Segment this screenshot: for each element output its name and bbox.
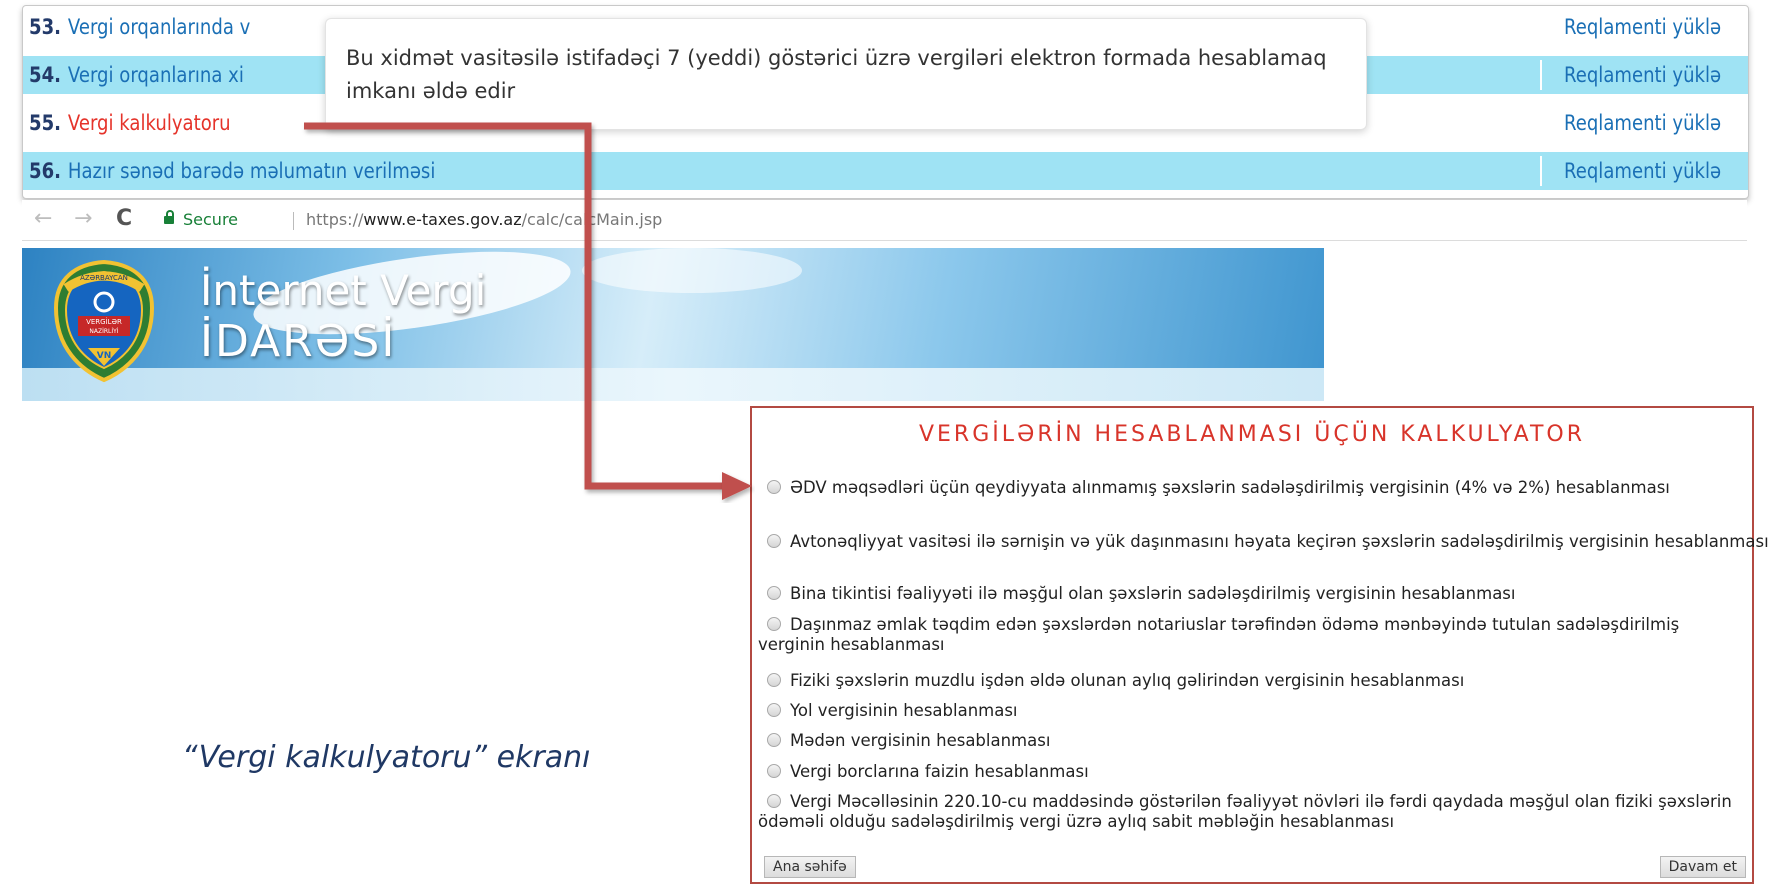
calc-option[interactable]: Daşınmaz əmlak təqdim edən şəxslərdən no… — [758, 615, 1748, 655]
radio-button[interactable] — [767, 733, 781, 747]
svg-text:VN: VN — [97, 351, 112, 361]
radio-button[interactable] — [767, 703, 781, 717]
download-regulation-link[interactable]: Reqlamenti yüklə — [1540, 60, 1748, 90]
radio-button[interactable] — [767, 586, 781, 600]
calculator-panel: VERGİLƏRİN HESABLANMASI ÜÇÜN KALKULYATOR… — [750, 406, 1769, 884]
download-regulation-link[interactable]: Reqlamenti yüklə — [1540, 156, 1748, 186]
secure-indicator[interactable]: Secure — [164, 210, 238, 229]
services-list: 53. Vergi orqanlarında v Reqlamenti yüklə… — [22, 5, 1749, 199]
calc-option[interactable]: Vergi borclarına faizin hesablanması — [758, 762, 1748, 782]
radio-button[interactable] — [767, 673, 781, 687]
calc-option[interactable]: Vergi Məcəlləsinin 220.10-cu maddəsində … — [758, 792, 1748, 832]
radio-button[interactable] — [767, 534, 781, 548]
service-tooltip: Bu xidmət vasitəsilə istifadəçi 7 (yeddi… — [325, 18, 1367, 130]
tooltip-text: Bu xidmət vasitəsilə istifadəçi 7 (yeddi… — [346, 46, 1327, 103]
service-title[interactable]: 54. Vergi orqanlarına xi — [29, 60, 244, 90]
radio-button[interactable] — [767, 617, 781, 631]
svg-text:VERGİLƏR: VERGİLƏR — [86, 317, 122, 326]
calc-option[interactable]: Fiziki şəxslərin muzdlu işdən əldə oluna… — [758, 671, 1748, 691]
reload-icon[interactable]: C — [116, 206, 132, 231]
back-arrow-icon[interactable]: ← — [34, 206, 52, 231]
ministry-emblem-icon: AZƏRBAYCAN VERGİLƏR NAZİRLİYİ VN — [53, 259, 155, 383]
radio-button[interactable] — [767, 764, 781, 778]
forward-arrow-icon[interactable]: → — [74, 206, 92, 231]
continue-button[interactable]: Davam et — [1659, 856, 1746, 878]
service-title[interactable]: 53. Vergi orqanlarında v — [29, 12, 250, 42]
banner-subtitle: İDARƏSİ — [200, 316, 397, 367]
svg-text:NAZİRLİYİ: NAZİRLİYİ — [89, 328, 118, 335]
service-row-56: 56. Hazır sənəd barədə məlumatın verilməs… — [23, 152, 1748, 190]
calc-option[interactable]: Mədən vergisinin hesablanması — [758, 731, 1748, 751]
calc-option[interactable]: Avtonəqliyyat vasitəsi ilə sərnişin və y… — [758, 532, 1771, 552]
url-field[interactable]: https://www.e-taxes.gov.az/calc/calcMain… — [306, 210, 662, 229]
lock-icon — [164, 210, 174, 224]
download-regulation-link[interactable]: Reqlamenti yüklə — [1540, 108, 1748, 138]
service-title[interactable]: 56. Hazır sənəd barədə məlumatın verilməs… — [29, 156, 435, 186]
download-regulation-link[interactable]: Reqlamenti yüklə — [1540, 12, 1748, 42]
banner-cloud — [582, 248, 802, 293]
calc-option[interactable]: ƏDV məqsədləri üçün qeydiyyata alınmamış… — [758, 478, 1748, 498]
radio-button[interactable] — [767, 794, 781, 808]
browser-address-bar: ← → C Secure https://www.e-taxes.gov.az/… — [22, 200, 1747, 241]
radio-button[interactable] — [767, 480, 781, 494]
home-button[interactable]: Ana səhifə — [764, 856, 856, 878]
calc-option[interactable]: Yol vergisinin hesablanması — [758, 701, 1748, 721]
banner-title: İnternet Vergi — [200, 266, 487, 315]
site-banner: AZƏRBAYCAN VERGİLƏR NAZİRLİYİ VN İnterne… — [22, 248, 1324, 401]
divider — [293, 212, 294, 230]
calculator-title: VERGİLƏRİN HESABLANMASI ÜÇÜN KALKULYATOR — [918, 422, 1586, 447]
banner-band — [22, 368, 1324, 401]
service-title-active[interactable]: 55. Vergi kalkulyatoru — [29, 108, 231, 138]
screen-caption: “Vergi kalkulyatoru” ekranı — [182, 740, 591, 775]
svg-text:AZƏRBAYCAN: AZƏRBAYCAN — [80, 274, 128, 282]
calc-option[interactable]: Bina tikintisi fəaliyyəti ilə məşğul ola… — [758, 584, 1748, 604]
